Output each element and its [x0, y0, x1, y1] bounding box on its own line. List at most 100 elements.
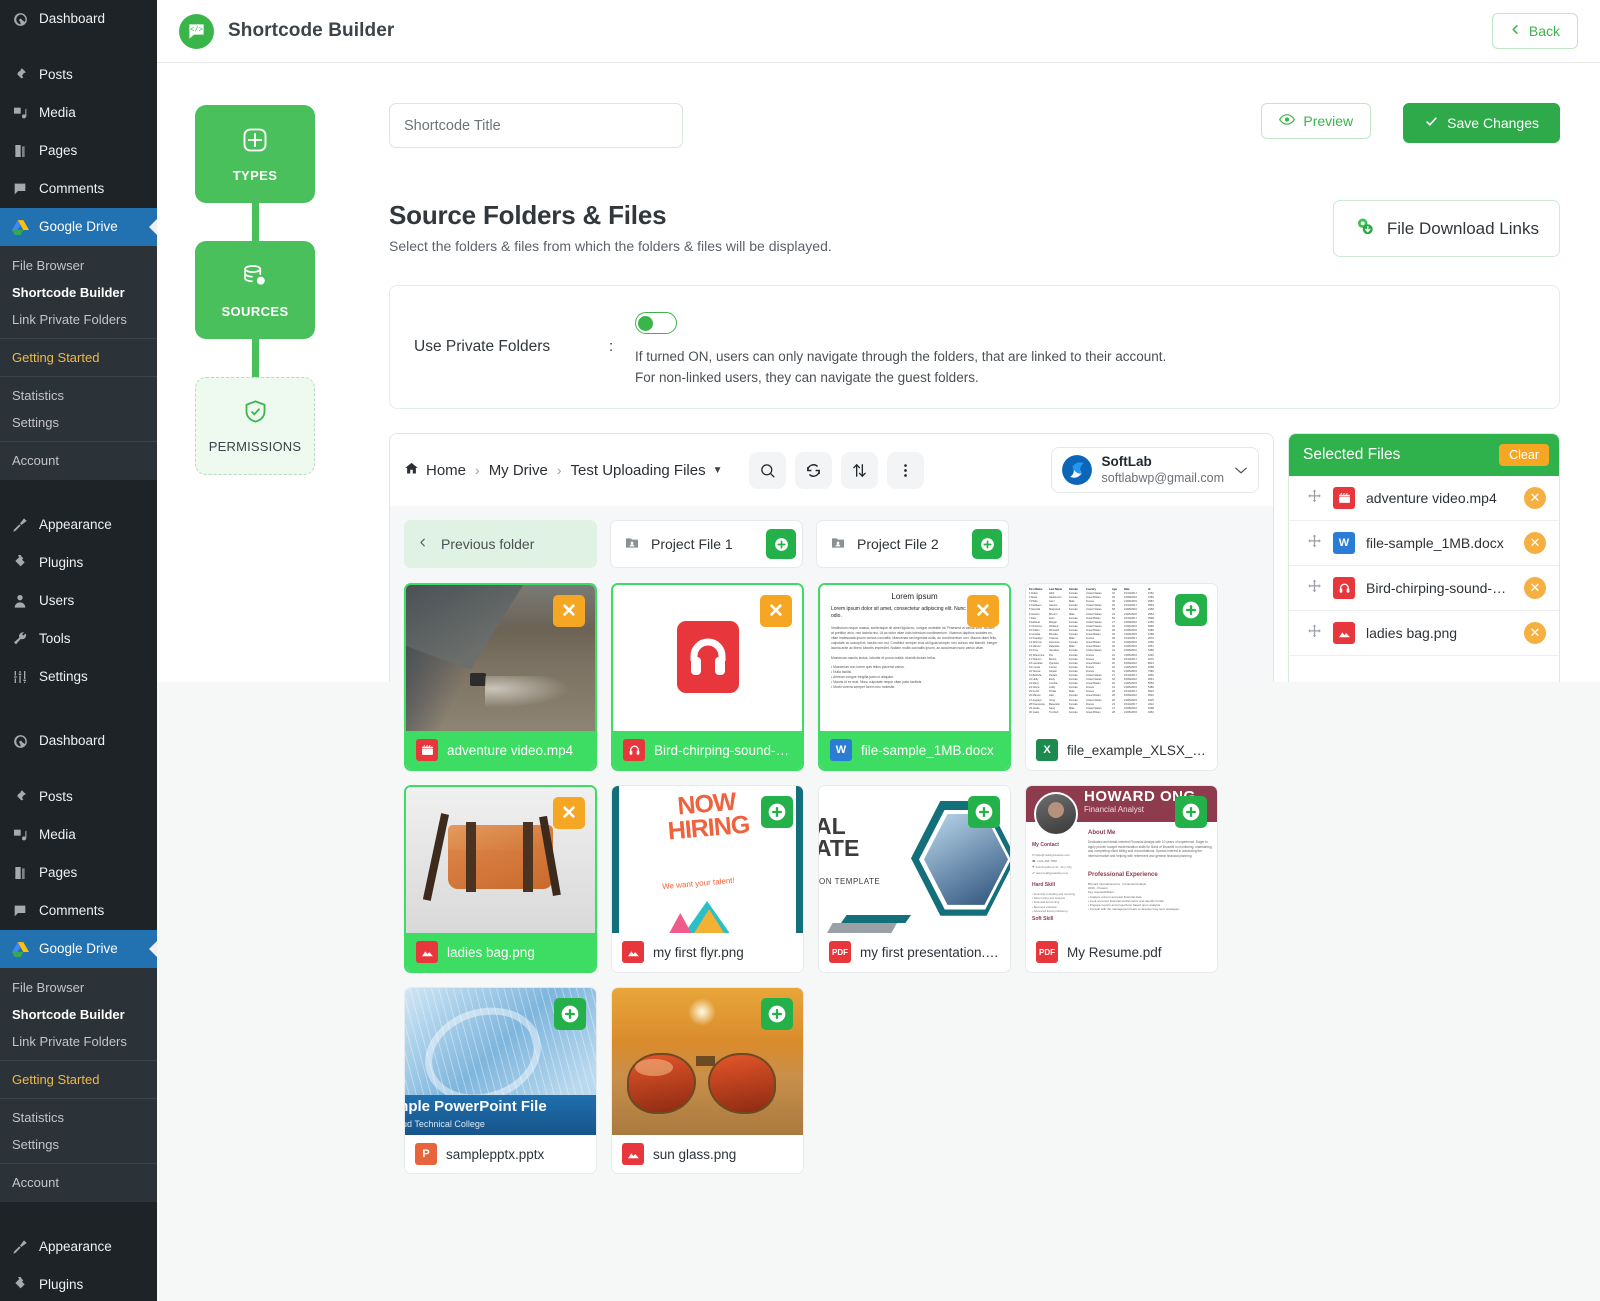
drag-handle-icon[interactable] [1307, 624, 1322, 642]
add-file-button[interactable] [1175, 796, 1207, 828]
step-label: SOURCES [221, 303, 289, 319]
selected-file-row[interactable]: adventure video.mp4 ✕ [1289, 476, 1559, 521]
file-tile[interactable]: ✕ ladies bag.png [404, 785, 597, 973]
sidebar-subitem-settings[interactable]: Settings [0, 409, 157, 436]
sidebar-item-posts[interactable]: Posts [0, 56, 157, 94]
sidebar-subitem-statistics-2[interactable]: Statistics [0, 1104, 157, 1131]
sidebar-subitem-account[interactable]: Account [0, 447, 157, 474]
file-name: sun glass.png [653, 1146, 737, 1162]
remove-selected-file-button[interactable]: ✕ [1524, 577, 1546, 599]
sidebar-item-appearance[interactable]: Appearance [0, 506, 157, 544]
preview-button[interactable]: Preview [1261, 103, 1372, 139]
file-tile[interactable]: HOWARD ONG Financial Analyst About Me De… [1025, 785, 1218, 973]
breadcrumb-home[interactable]: Home [404, 461, 466, 480]
sidebar-item-comments-2[interactable]: Comments [0, 892, 157, 930]
file-tile[interactable]: NOW HIRING We want your talent! my first… [611, 785, 804, 973]
sidebar-subitem-getting-started-2[interactable]: Getting Started [0, 1066, 157, 1093]
save-changes-button-top[interactable]: Save Changes [1403, 103, 1560, 143]
step-types[interactable]: TYPES [195, 105, 315, 203]
add-file-button[interactable] [761, 998, 793, 1030]
sidebar-item-dashboard-2[interactable]: Dashboard [0, 722, 157, 760]
drag-handle-icon[interactable] [1307, 579, 1322, 597]
remove-file-button[interactable]: ✕ [760, 595, 792, 627]
remove-file-button[interactable]: ✕ [967, 595, 999, 627]
remove-selected-file-button[interactable]: ✕ [1524, 532, 1546, 554]
drag-handle-icon[interactable] [1307, 534, 1322, 552]
browser-tools [748, 451, 924, 489]
sidebar-subitem-shortcode-builder[interactable]: Shortcode Builder [0, 279, 157, 306]
sidebar-subitem-link-private-folders[interactable]: Link Private Folders [0, 306, 157, 333]
sidebar-subitem-file-browser-2[interactable]: File Browser [0, 974, 157, 1001]
use-private-folders-toggle[interactable] [635, 312, 677, 334]
header-back-button[interactable]: Back [1491, 13, 1578, 49]
remove-selected-file-button[interactable]: ✕ [1524, 622, 1546, 644]
sidebar-item-label: Posts [39, 789, 73, 804]
search-icon[interactable] [748, 451, 786, 489]
sidebar-item-tools[interactable]: Tools [0, 620, 157, 658]
sidebar-subitem-getting-started[interactable]: Getting Started [0, 344, 157, 371]
sort-icon[interactable] [840, 451, 878, 489]
sidebar-subitem-statistics[interactable]: Statistics [0, 382, 157, 409]
remove-file-button[interactable]: ✕ [553, 595, 585, 627]
sidebar-item-appearance-2[interactable]: Appearance [0, 1228, 157, 1266]
sidebar-subitem-settings-2[interactable]: Settings [0, 1131, 157, 1158]
sidebar-item-settings[interactable]: Settings [0, 658, 157, 696]
pages-icon [10, 863, 30, 883]
file-tile-footer: my first flyr.png [612, 933, 803, 971]
add-folder-button[interactable] [972, 529, 1002, 559]
file-tile[interactable]: mple PowerPoint File loud Technical Coll… [404, 987, 597, 1174]
file-download-links-button[interactable]: File Download Links [1332, 200, 1560, 257]
more-vertical-icon[interactable] [886, 451, 924, 489]
sidebar-item-plugins-2[interactable]: Plugins [0, 1266, 157, 1301]
sidebar-item-dashboard[interactable]: Dashboard [0, 0, 157, 38]
sidebar-subitem-shortcode-builder-2[interactable]: Shortcode Builder [0, 1001, 157, 1028]
clear-selected-files-button[interactable]: Clear [1499, 444, 1549, 466]
step-sources[interactable]: SOURCES [195, 241, 315, 339]
breadcrumb-my-drive[interactable]: My Drive [489, 462, 548, 479]
sidebar-item-comments[interactable]: Comments [0, 170, 157, 208]
file-tile[interactable]: Lorem ipsum Lorem ipsum dolor sit amet, … [818, 583, 1011, 771]
sidebar-item-pages-2[interactable]: Pages [0, 854, 157, 892]
sidebar-item-google-drive-2[interactable]: Google Drive [0, 930, 157, 968]
folder-name: Project File 2 [857, 536, 939, 552]
add-folder-button[interactable] [766, 529, 796, 559]
refresh-icon[interactable] [794, 451, 832, 489]
add-file-button[interactable] [1175, 594, 1207, 626]
pin-icon [10, 65, 30, 85]
selected-file-row[interactable]: ladies bag.png ✕ [1289, 611, 1559, 656]
selected-file-row[interactable]: W file-sample_1MB.docx ✕ [1289, 521, 1559, 566]
file-tile[interactable]: sun glass.png [611, 987, 804, 1174]
sidebar-item-plugins[interactable]: Plugins [0, 544, 157, 582]
breadcrumb-current-folder[interactable]: Test Uploading Files ▼ [571, 462, 723, 479]
drag-handle-icon[interactable] [1307, 489, 1322, 507]
folder-card[interactable]: Project File 2 [816, 520, 1009, 568]
add-file-button[interactable] [554, 998, 586, 1030]
sidebar-item-posts-2[interactable]: Posts [0, 778, 157, 816]
file-tile[interactable]: ✕ Bird-chirping-sound-eff... [611, 583, 804, 771]
media-icon [10, 103, 30, 123]
sidebar-item-media[interactable]: Media [0, 94, 157, 132]
account-selector[interactable]: SoftLab softlabwp@gmail.com [1050, 447, 1259, 493]
step-permissions[interactable]: PERMISSIONS [195, 377, 315, 475]
sidebar-subitem-account-2[interactable]: Account [0, 1169, 157, 1196]
sidebar-item-pages[interactable]: Pages [0, 132, 157, 170]
add-file-button[interactable] [968, 796, 1000, 828]
sidebar-item-google-drive[interactable]: Google Drive [0, 208, 157, 246]
remove-file-button[interactable]: ✕ [553, 797, 585, 829]
wizard-steps: TYPES SOURCES PERMISSIONS [157, 63, 353, 748]
remove-selected-file-button[interactable]: ✕ [1524, 487, 1546, 509]
sidebar-item-users[interactable]: Users [0, 582, 157, 620]
file-tile[interactable]: ALATE ON TEMPLATE [818, 785, 1011, 973]
sidebar-subitem-link-private-folders-2[interactable]: Link Private Folders [0, 1028, 157, 1055]
folder-card[interactable]: Project File 1 [610, 520, 803, 568]
previous-folder-button[interactable]: Previous folder [404, 520, 597, 568]
file-name: ladies bag.png [447, 944, 535, 960]
selected-file-row[interactable]: Bird-chirping-sound-eff... ✕ [1289, 566, 1559, 611]
sidebar-subitem-file-browser[interactable]: File Browser [0, 252, 157, 279]
file-tile[interactable]: First Name Last Name Gender Country Age Date I… [1025, 583, 1218, 771]
section-header: Source Folders & Files Select the folder… [389, 200, 1560, 257]
file-tile[interactable]: ✕ adventure video.mp4 [404, 583, 597, 771]
sidebar-item-media-2[interactable]: Media [0, 816, 157, 854]
add-file-button[interactable] [761, 796, 793, 828]
shortcode-title-input[interactable] [389, 103, 683, 148]
